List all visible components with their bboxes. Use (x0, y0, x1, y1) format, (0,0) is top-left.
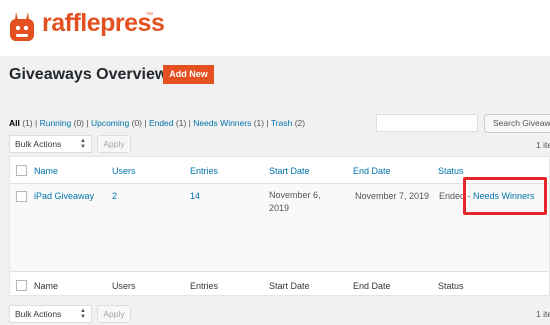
bulk-actions-label: Bulk Actions (15, 139, 62, 149)
brand-header: rafflepress ™ (0, 0, 550, 56)
bulk-actions-select-top[interactable]: Bulk Actions ▲ ▼ (9, 135, 92, 153)
search-giveaways-button[interactable]: Search Giveaw (484, 114, 550, 133)
filter-count: (0) (131, 118, 142, 128)
items-count-bottom: 1 ite (536, 309, 550, 319)
footer-column-start-date: Start Date (269, 281, 310, 291)
filter-trash[interactable]: Trash (271, 118, 292, 128)
entries-count-link[interactable]: 14 (190, 191, 200, 201)
column-header-users[interactable]: Users (112, 166, 136, 176)
apply-button-bottom[interactable]: Apply (97, 305, 131, 323)
users-count-link[interactable]: 2 (112, 191, 117, 201)
filter-count: (2) (294, 118, 306, 128)
filter-count: (1) (175, 118, 187, 128)
filter-count: (0) (73, 118, 85, 128)
footer-column-name: Name (34, 281, 59, 291)
select-all-checkbox-footer[interactable] (16, 280, 27, 291)
add-new-button[interactable]: Add New (163, 65, 214, 84)
bulk-actions-select-bottom[interactable]: Bulk Actions ▲ ▼ (9, 305, 92, 323)
search-input[interactable] (376, 114, 478, 132)
filter-all[interactable]: All (9, 118, 20, 128)
end-date: November 7, 2019 (355, 191, 430, 201)
page-title: Giveaways Overview (9, 66, 168, 83)
column-header-entries[interactable]: Entries (190, 166, 218, 176)
column-header-name[interactable]: Name (34, 166, 58, 176)
giveaway-name-link[interactable]: iPad Giveaway (34, 191, 94, 201)
select-arrows-icon: ▲ ▼ (80, 308, 86, 320)
filter-running[interactable]: Running (40, 118, 72, 128)
start-date-line: November 6, (269, 190, 321, 200)
start-date: November 6, 2019 (269, 189, 321, 215)
column-header-end-date[interactable]: End Date (353, 166, 391, 176)
column-header-status[interactable]: Status (438, 166, 464, 176)
brand-trademark: ™ (146, 12, 153, 19)
row-checkbox[interactable] (16, 191, 27, 202)
filter-upcoming[interactable]: Upcoming (91, 118, 129, 128)
footer-column-entries: Entries (190, 281, 219, 291)
bulk-actions-label: Bulk Actions (15, 309, 62, 319)
filter-count: (1) (253, 118, 265, 128)
status-filter-list: All (1) | Running (0) | Upcoming (0) | E… (9, 118, 306, 128)
filter-count: (1) (22, 118, 33, 128)
column-header-start-date[interactable]: Start Date (269, 166, 310, 176)
select-arrows-icon: ▲ ▼ (80, 138, 86, 150)
apply-button-top[interactable]: Apply (97, 135, 131, 153)
annotation-highlight-box (463, 177, 547, 215)
filter-ended[interactable]: Ended (149, 118, 174, 128)
filter-needs-winners[interactable]: Needs Winners (193, 118, 251, 128)
footer-column-users: Users (112, 281, 136, 291)
select-all-checkbox[interactable] (16, 165, 27, 176)
items-count-top: 1 ite (536, 140, 550, 150)
table-footer-row: Name Users Entries Start Date End Date S… (10, 271, 549, 297)
start-date-line: 2019 (269, 203, 290, 213)
footer-column-end-date: End Date (353, 281, 391, 291)
rafflepress-logo-icon (10, 12, 34, 41)
footer-column-status: Status (438, 281, 464, 291)
